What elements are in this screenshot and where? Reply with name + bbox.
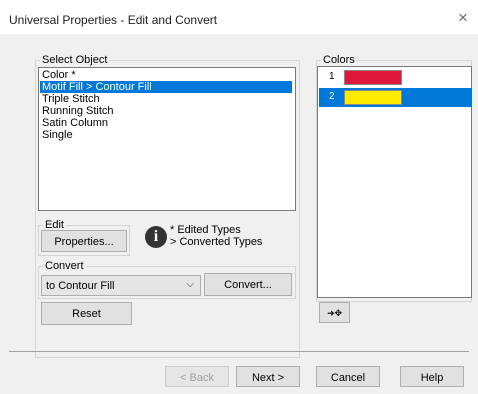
- next-button[interactable]: Next >: [236, 366, 300, 387]
- cancel-button[interactable]: Cancel: [316, 366, 380, 387]
- color-list-item-1[interactable]: 1: [319, 68, 472, 87]
- color-list[interactable]: 1 2: [317, 66, 472, 298]
- object-list-item-triple-stitch[interactable]: Triple Stitch: [40, 93, 292, 105]
- edited-types-legend: * Edited Types: [170, 224, 241, 236]
- object-list-item-satin-column[interactable]: Satin Column: [40, 117, 292, 129]
- color-swatch-2: [344, 90, 402, 105]
- back-button[interactable]: < Back: [165, 366, 229, 387]
- convert-type-dropdown[interactable]: to Contour Fill ⌵: [41, 275, 201, 296]
- object-list[interactable]: Color * Motif Fill > Contour Fill Triple…: [38, 67, 296, 211]
- convert-label: Convert: [43, 260, 86, 272]
- add-color-button[interactable]: ➜✥: [319, 302, 350, 323]
- object-list-item-single[interactable]: Single: [40, 129, 292, 141]
- color-list-item-2[interactable]: 2: [319, 88, 472, 107]
- reset-button[interactable]: Reset: [41, 302, 132, 325]
- info-icon: i: [145, 226, 167, 248]
- color-number: 2: [329, 91, 335, 102]
- move-arrow-icon: ➜✥: [326, 308, 343, 318]
- window-title: Universal Properties - Edit and Convert: [9, 13, 218, 27]
- colors-label: Colors: [321, 54, 357, 66]
- footer-separator: [9, 351, 469, 352]
- close-icon[interactable]: ×: [453, 8, 473, 28]
- converted-types-legend: > Converted Types: [170, 236, 263, 248]
- color-number: 1: [329, 71, 335, 82]
- select-object-label: Select Object: [40, 54, 110, 66]
- chevron-down-icon: ⌵: [186, 279, 194, 290]
- convert-button[interactable]: Convert...: [204, 273, 292, 296]
- object-list-item-motif-fill[interactable]: Motif Fill > Contour Fill: [40, 81, 292, 93]
- color-swatch-1: [344, 70, 402, 85]
- help-button[interactable]: Help: [400, 366, 464, 387]
- convert-type-value: to Contour Fill: [46, 280, 115, 292]
- properties-button[interactable]: Properties...: [41, 230, 127, 252]
- object-list-item-running-stitch[interactable]: Running Stitch: [40, 105, 292, 117]
- object-list-item-color[interactable]: Color *: [40, 69, 292, 81]
